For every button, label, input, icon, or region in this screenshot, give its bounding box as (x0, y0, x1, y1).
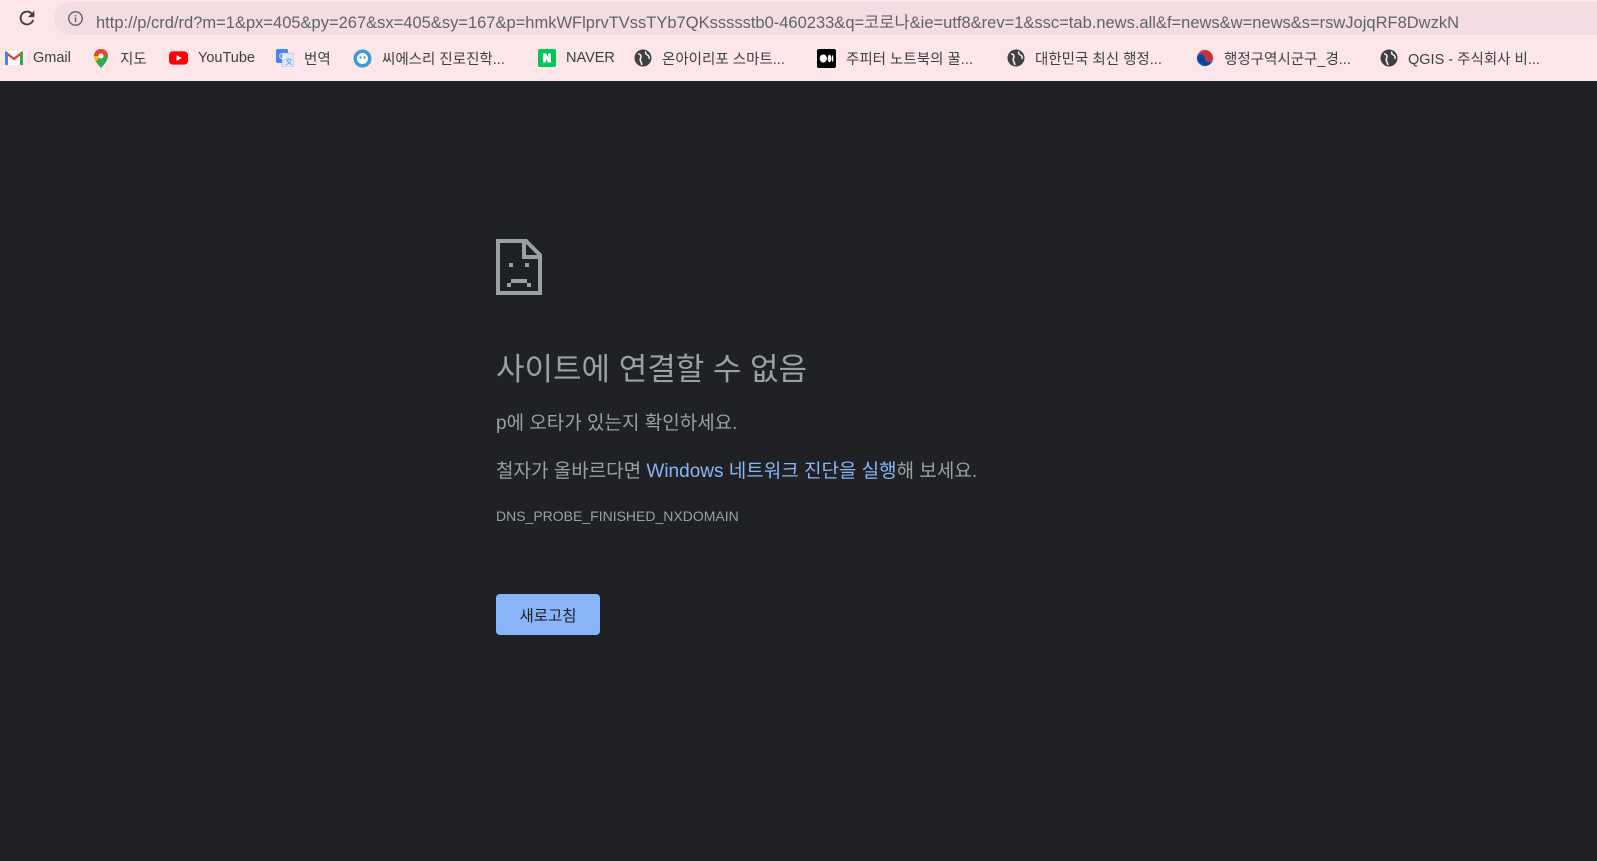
diagnostics-suffix: 해 보세요. (896, 461, 978, 482)
youtube-icon (169, 49, 188, 68)
bookmark-globe-2[interactable]: 대한민국 최신 행정... (1006, 46, 1162, 70)
bookmark-youtube[interactable]: YouTube (169, 46, 255, 70)
bookmark-medium[interactable]: 주피터 노트북의 꿀... (817, 46, 973, 70)
error-suggestion-diagnostics: 철자가 올바르다면 Windows 네트워크 진단을 실행해 보세요. (496, 456, 977, 483)
error-title: 사이트에 연결할 수 없음 (496, 352, 808, 387)
sad-page-icon (496, 239, 542, 295)
network-diagnostics-link[interactable]: Windows 네트워크 진단을 실행 (646, 461, 896, 482)
error-page: 사이트에 연결할 수 없음 p에 오타가 있는지 확인하세요. 철자가 올바르다… (0, 81, 1597, 861)
address-bar-row: http://p/crd/rd?m=1&px=405&py=267&sx=405… (0, 0, 1597, 36)
bookmark-globe-1[interactable]: 온아이리포 스마트... (633, 46, 785, 70)
gmail-icon (4, 49, 23, 68)
error-suggestion-typo: p에 오타가 있는지 확인하세요. (496, 413, 738, 434)
globe-icon (1379, 49, 1398, 68)
bookmark-gmail[interactable]: Gmail (4, 46, 71, 70)
info-icon[interactable] (67, 10, 84, 27)
bookmark-maps[interactable]: 지도 (91, 46, 147, 70)
browser-chrome: http://p/crd/rd?m=1&px=405&py=267&sx=405… (0, 0, 1597, 81)
omnibox[interactable]: http://p/crd/rd?m=1&px=405&py=267&sx=405… (54, 2, 1597, 35)
globe-icon (633, 49, 652, 68)
reload-icon[interactable] (11, 4, 43, 32)
site-icon (353, 49, 372, 68)
bookmark-naver[interactable]: NAVER (537, 46, 615, 70)
medium-icon (817, 48, 836, 68)
globe-icon (1006, 49, 1025, 68)
translate-icon: G 文 (275, 49, 294, 68)
bookmark-site[interactable]: 씨에스리 진로진학... (353, 46, 505, 70)
svg-text:G: G (279, 52, 285, 61)
bookmark-translate[interactable]: G 文 번역 (275, 46, 331, 70)
bookmark-taegeuk[interactable]: 행정구역시군구_경... (1195, 46, 1351, 70)
error-code: DNS_PROBE_FINISHED_NXDOMAIN (496, 508, 739, 524)
naver-icon (537, 49, 556, 68)
maps-icon (91, 48, 110, 68)
svg-text:文: 文 (285, 57, 292, 66)
taegeuk-icon (1195, 49, 1214, 68)
diagnostics-prefix: 철자가 올바르다면 (496, 461, 647, 482)
reload-button[interactable]: 새로고침 (496, 594, 600, 635)
url-text[interactable]: http://p/crd/rd?m=1&px=405&py=267&sx=405… (96, 9, 1459, 33)
bookmarks-bar: Gmail 지도 YouTube G 文 번역 씨에스리 진로진학... NAV… (0, 40, 1597, 76)
bookmark-globe-3[interactable]: QGIS - 주식회사 비... (1379, 46, 1540, 70)
